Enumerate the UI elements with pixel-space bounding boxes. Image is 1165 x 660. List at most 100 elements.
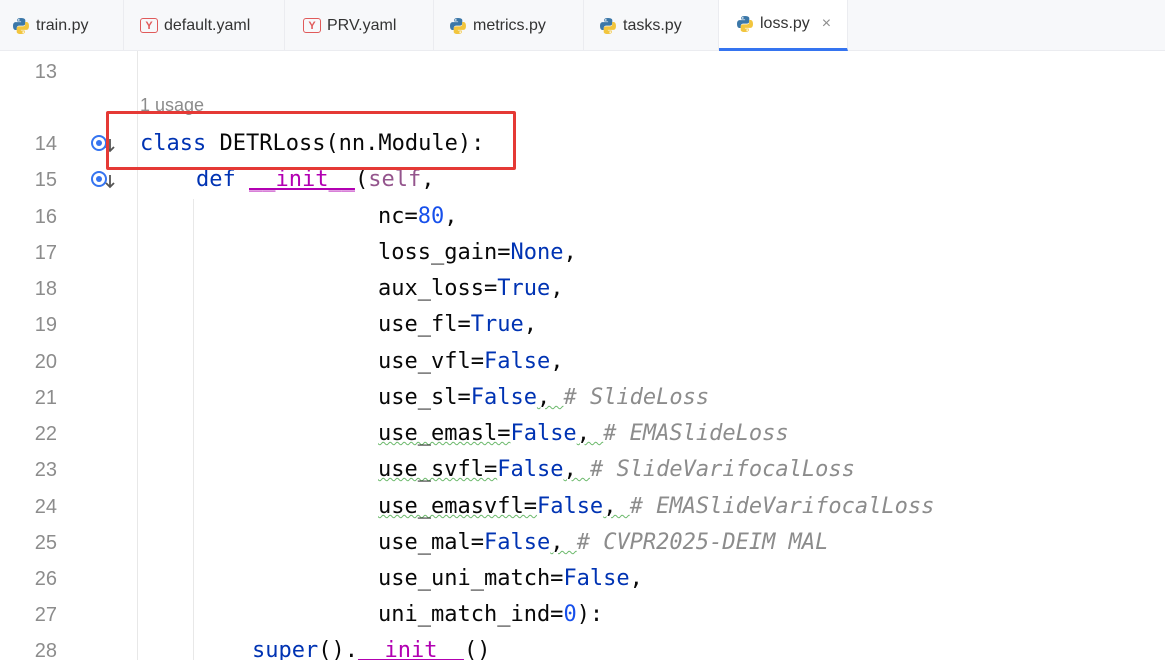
overrides-method-icon[interactable] bbox=[88, 167, 118, 197]
line-number: 16 bbox=[34, 206, 57, 228]
code-text: aux_loss=True, bbox=[378, 271, 563, 307]
line-number: 26 bbox=[34, 568, 57, 590]
python-icon bbox=[450, 17, 466, 34]
code-text: use_svfl=False, # SlideVarifocalLoss bbox=[378, 452, 855, 488]
comma: , bbox=[421, 167, 435, 192]
code-line: 16 nc=80, bbox=[0, 199, 1165, 235]
code-editor[interactable]: 1 usage 13 14 class DETRLoss(nn.Module):… bbox=[0, 51, 1165, 660]
python-icon bbox=[600, 17, 616, 34]
code-line: 20 use_vfl=False, bbox=[0, 344, 1165, 380]
code-comment: # CVPR2025-DEIM MAL bbox=[576, 530, 829, 555]
builtin-super: super bbox=[252, 638, 319, 660]
punctuation: , bbox=[629, 566, 643, 591]
punctuation: (). bbox=[318, 638, 358, 660]
tab-train-py[interactable]: train.py bbox=[0, 0, 124, 51]
code-text: nc=80, bbox=[378, 199, 458, 235]
code-line: 25 use_mal=False, # CVPR2025-DEIM MAL bbox=[0, 525, 1165, 561]
param-value: True bbox=[497, 276, 551, 301]
punctuation: ): bbox=[576, 602, 604, 627]
param-value: True bbox=[470, 312, 524, 337]
function-name: __init__ bbox=[249, 167, 355, 192]
code-text: use_vfl=False, bbox=[378, 344, 563, 380]
punctuation: , bbox=[563, 457, 590, 482]
punctuation: , bbox=[563, 240, 577, 265]
code-text: super().__init__() bbox=[252, 633, 490, 660]
code-text: use_emasl=False, # EMASlideLoss bbox=[378, 416, 789, 452]
keyword: def bbox=[196, 167, 236, 192]
code-comment: # SlideVarifocalLoss bbox=[589, 457, 855, 482]
tab-loss-py[interactable]: loss.py × bbox=[719, 0, 848, 51]
code-line: 18 aux_loss=True, bbox=[0, 271, 1165, 307]
line-number: 18 bbox=[34, 278, 57, 300]
code-comment: # EMASlideLoss bbox=[603, 421, 789, 446]
code-text: use_fl=True, bbox=[378, 307, 537, 343]
param-name: use_mal= bbox=[378, 530, 484, 555]
punctuation: , bbox=[444, 204, 458, 229]
line-number: 25 bbox=[34, 532, 57, 554]
line-number: 24 bbox=[34, 496, 57, 518]
tab-metrics-py[interactable]: metrics.py bbox=[434, 0, 584, 51]
code-comment: # EMASlideVarifocalLoss bbox=[629, 494, 935, 519]
line-number: 14 bbox=[34, 133, 57, 155]
tab-default-yaml[interactable]: Y default.yaml bbox=[124, 0, 285, 51]
code-text: use_sl=False, # SlideLoss bbox=[378, 380, 709, 416]
param-name: uni_match_ind= bbox=[378, 602, 564, 627]
code-text: uni_match_ind=0): bbox=[378, 597, 603, 633]
punctuation: , bbox=[550, 530, 577, 555]
param-value: False bbox=[536, 494, 604, 519]
line-number: 27 bbox=[34, 604, 57, 626]
code-line: 13 bbox=[0, 54, 1165, 90]
line-number: 20 bbox=[34, 351, 57, 373]
punctuation: , bbox=[550, 349, 564, 374]
python-icon bbox=[13, 17, 29, 34]
param-value: 0 bbox=[563, 602, 577, 627]
param-value: 80 bbox=[417, 204, 445, 229]
tab-label: tasks.py bbox=[623, 16, 682, 34]
line-number: 22 bbox=[34, 423, 57, 445]
param-name: use_fl= bbox=[378, 312, 471, 337]
code-line: 21 use_sl=False, # SlideLoss bbox=[0, 380, 1165, 416]
param-name: nc= bbox=[378, 204, 418, 229]
line-number: 21 bbox=[34, 387, 57, 409]
punctuation: , bbox=[603, 494, 630, 519]
punctuation: , bbox=[536, 385, 564, 410]
punctuation: , bbox=[550, 276, 564, 301]
tab-label: loss.py bbox=[760, 15, 810, 32]
tab-prv-yaml[interactable]: Y PRV.yaml bbox=[285, 0, 434, 51]
code-comment: # SlideLoss bbox=[563, 385, 710, 410]
param-value: False bbox=[563, 566, 630, 591]
tab-label: default.yaml bbox=[164, 16, 251, 34]
tab-label: train.py bbox=[36, 16, 89, 34]
punctuation: () bbox=[463, 638, 491, 660]
yaml-icon: Y bbox=[303, 18, 321, 33]
punctuation: , bbox=[523, 312, 537, 337]
param-name: use_uni_match= bbox=[378, 566, 564, 591]
code-line: 24 use_emasvfl=False, # EMASlideVarifoca… bbox=[0, 489, 1165, 525]
param-value: False bbox=[497, 457, 564, 482]
paren: ( bbox=[354, 167, 369, 192]
line-number: 17 bbox=[34, 242, 57, 264]
code-line: 27 uni_match_ind=0): bbox=[0, 597, 1165, 633]
code-line: 17 loss_gain=None, bbox=[0, 235, 1165, 271]
close-icon[interactable]: × bbox=[822, 15, 831, 33]
code-line: 19 use_fl=True, bbox=[0, 307, 1165, 343]
code-text: loss_gain=None, bbox=[378, 235, 577, 271]
line-number: 23 bbox=[34, 459, 57, 481]
editor-tab-bar: train.py Y default.yaml Y PRV.yaml metri… bbox=[0, 0, 1165, 51]
line-number: 28 bbox=[34, 640, 57, 660]
param-name: use_emasvfl= bbox=[378, 494, 537, 519]
tab-tasks-py[interactable]: tasks.py bbox=[584, 0, 719, 51]
yaml-icon: Y bbox=[140, 18, 158, 33]
tab-label: metrics.py bbox=[473, 16, 546, 34]
code-line: 23 use_svfl=False, # SlideVarifocalLoss bbox=[0, 452, 1165, 488]
param-value: False bbox=[510, 421, 577, 446]
code-line: 26 use_uni_match=False, bbox=[0, 561, 1165, 597]
highlight-annotation-box bbox=[106, 111, 516, 170]
method-name: __init__ bbox=[357, 638, 464, 660]
line-number: 15 bbox=[34, 169, 57, 191]
param-value: False bbox=[483, 349, 551, 374]
python-icon bbox=[737, 16, 753, 32]
punctuation: , bbox=[576, 421, 604, 446]
param-name: use_sl= bbox=[378, 385, 471, 410]
code-line: 22 use_emasl=False, # EMASlideLoss bbox=[0, 416, 1165, 452]
